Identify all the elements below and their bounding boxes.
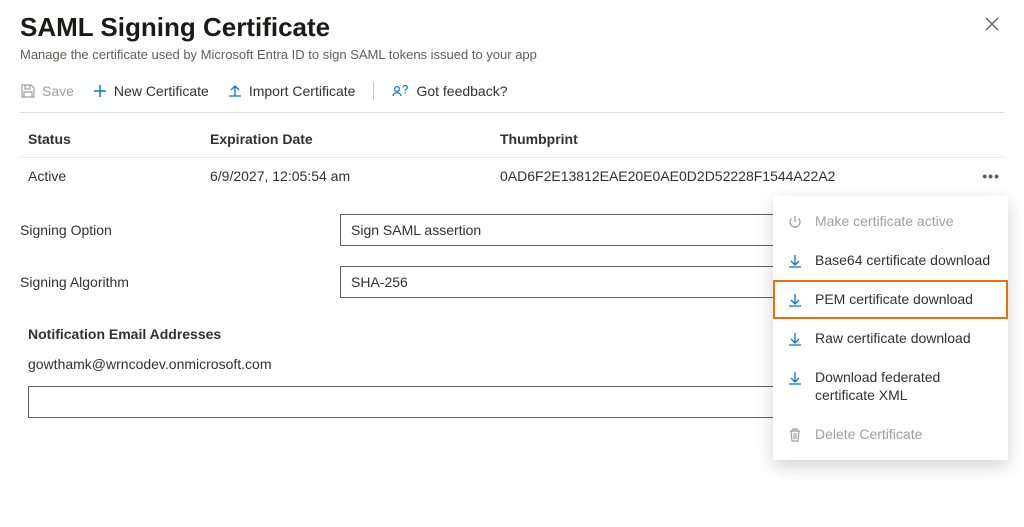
- col-header-status: Status: [20, 131, 210, 147]
- row-context-menu: Make certificate active Base64 certifica…: [773, 196, 1008, 460]
- menu-make-active: Make certificate active: [773, 202, 1008, 241]
- save-button: Save: [20, 83, 74, 99]
- signing-algorithm-value: SHA-256: [351, 274, 408, 290]
- cell-status: Active: [20, 168, 210, 184]
- menu-pem-download[interactable]: PEM certificate download: [773, 280, 1008, 319]
- signing-algorithm-label: Signing Algorithm: [20, 274, 340, 290]
- import-certificate-label: Import Certificate: [249, 83, 356, 99]
- menu-delete-certificate: Delete Certificate: [773, 415, 1008, 454]
- menu-federated-download[interactable]: Download federated certificate XML: [773, 358, 1008, 416]
- save-label: Save: [42, 83, 74, 99]
- toolbar-separator: [373, 82, 374, 100]
- menu-raw-download[interactable]: Raw certificate download: [773, 319, 1008, 358]
- menu-base64-label: Base64 certificate download: [815, 251, 990, 270]
- feedback-label: Got feedback?: [416, 83, 507, 99]
- feedback-icon: [392, 83, 410, 99]
- table-row[interactable]: Active 6/9/2027, 12:05:54 am 0AD6F2E1381…: [20, 157, 1004, 194]
- cell-expiration: 6/9/2027, 12:05:54 am: [210, 168, 500, 184]
- import-certificate-button[interactable]: Import Certificate: [227, 83, 356, 99]
- save-icon: [20, 83, 36, 99]
- download-icon: [787, 253, 803, 269]
- download-icon: [787, 292, 803, 308]
- page-title: SAML Signing Certificate: [20, 12, 330, 43]
- signing-option-label: Signing Option: [20, 222, 340, 238]
- power-icon: [787, 214, 803, 230]
- new-certificate-label: New Certificate: [114, 83, 209, 99]
- page-subtitle: Manage the certificate used by Microsoft…: [20, 47, 1004, 62]
- download-icon: [787, 370, 803, 386]
- feedback-button[interactable]: Got feedback?: [392, 83, 507, 99]
- new-certificate-button[interactable]: New Certificate: [92, 83, 209, 99]
- menu-base64-download[interactable]: Base64 certificate download: [773, 241, 1008, 280]
- table-header: Status Expiration Date Thumbprint: [20, 113, 1004, 157]
- menu-raw-label: Raw certificate download: [815, 329, 971, 348]
- toolbar: Save New Certificate Import Certificate …: [20, 82, 1004, 113]
- trash-icon: [787, 427, 803, 443]
- cell-thumbprint: 0AD6F2E13812EAE20E0AE0D2D52228F1544A22A2: [500, 168, 982, 184]
- close-icon[interactable]: [980, 12, 1004, 36]
- menu-make-active-label: Make certificate active: [815, 212, 954, 231]
- row-actions-button[interactable]: •••: [982, 168, 1004, 184]
- menu-federated-label: Download federated certificate XML: [815, 368, 994, 406]
- email-value: gowthamk@wrncodev.onmicrosoft.com: [28, 356, 271, 372]
- menu-delete-label: Delete Certificate: [815, 425, 922, 444]
- signing-option-value: Sign SAML assertion: [351, 222, 481, 238]
- col-header-expiration: Expiration Date: [210, 131, 500, 147]
- download-icon: [787, 331, 803, 347]
- menu-pem-label: PEM certificate download: [815, 290, 973, 309]
- upload-icon: [227, 83, 243, 99]
- col-header-thumbprint: Thumbprint: [500, 131, 1004, 147]
- plus-icon: [92, 83, 108, 99]
